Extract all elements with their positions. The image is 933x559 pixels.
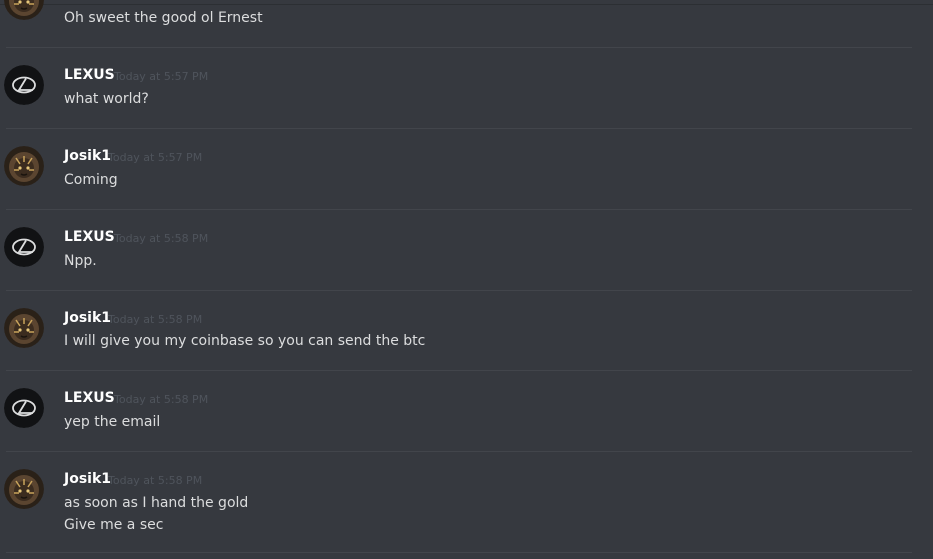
message-text: what world? xyxy=(64,91,149,107)
message-text: Coming xyxy=(64,172,118,188)
message-text: Give me a sec xyxy=(64,517,164,533)
message-4[interactable]: Josik1 Today at 5:58 PM I will give you … xyxy=(0,291,913,370)
message-author[interactable]: LEXUS xyxy=(64,229,115,245)
lexus-logo-icon[interactable] xyxy=(4,65,44,105)
message-timestamp: Today at 5:57 PM xyxy=(108,151,203,164)
lion-avatar-icon[interactable] xyxy=(4,146,44,186)
chat-message-list[interactable]: Oh sweet the good ol Ernest LEXUS Today … xyxy=(0,0,933,559)
message-6[interactable]: Josik1 Today at 5:58 PM as soon as I han… xyxy=(0,452,913,552)
message-author[interactable]: Josik1 xyxy=(64,310,111,326)
message-timestamp: Today at 5:58 PM xyxy=(108,313,203,326)
scroll-area[interactable] xyxy=(913,5,933,559)
message-author[interactable]: Josik1 xyxy=(64,471,111,487)
lion-avatar-icon[interactable] xyxy=(4,0,44,20)
message-3[interactable]: LEXUS Today at 5:58 PM Npp. xyxy=(0,210,913,290)
message-2[interactable]: Josik1 Today at 5:57 PM Coming xyxy=(0,129,913,209)
message-text: Oh sweet the good ol Ernest xyxy=(64,10,263,26)
message-author[interactable]: LEXUS xyxy=(64,67,115,83)
message-author[interactable]: Josik1 xyxy=(64,148,111,164)
message-timestamp: Today at 5:58 PM xyxy=(114,393,209,406)
message-text: yep the email xyxy=(64,414,161,430)
message-timestamp: Today at 5:58 PM xyxy=(114,232,209,245)
message-author[interactable]: LEXUS xyxy=(64,390,115,406)
message-text: Npp. xyxy=(64,253,97,269)
lion-avatar-icon[interactable] xyxy=(4,308,44,348)
message-text: I will give you my coinbase so you can s… xyxy=(64,333,426,349)
message-timestamp: Today at 5:58 PM xyxy=(108,474,203,487)
message-0[interactable]: Oh sweet the good ol Ernest xyxy=(0,0,913,47)
lexus-logo-icon[interactable] xyxy=(4,227,44,267)
message-divider xyxy=(6,552,912,553)
message-5[interactable]: LEXUS Today at 5:58 PM yep the email xyxy=(0,371,913,451)
lexus-logo-icon[interactable] xyxy=(4,388,44,428)
lion-avatar-icon[interactable] xyxy=(4,469,44,509)
message-1[interactable]: LEXUS Today at 5:57 PM what world? xyxy=(0,48,913,128)
message-timestamp: Today at 5:57 PM xyxy=(114,70,209,83)
message-text: as soon as I hand the gold xyxy=(64,495,249,511)
